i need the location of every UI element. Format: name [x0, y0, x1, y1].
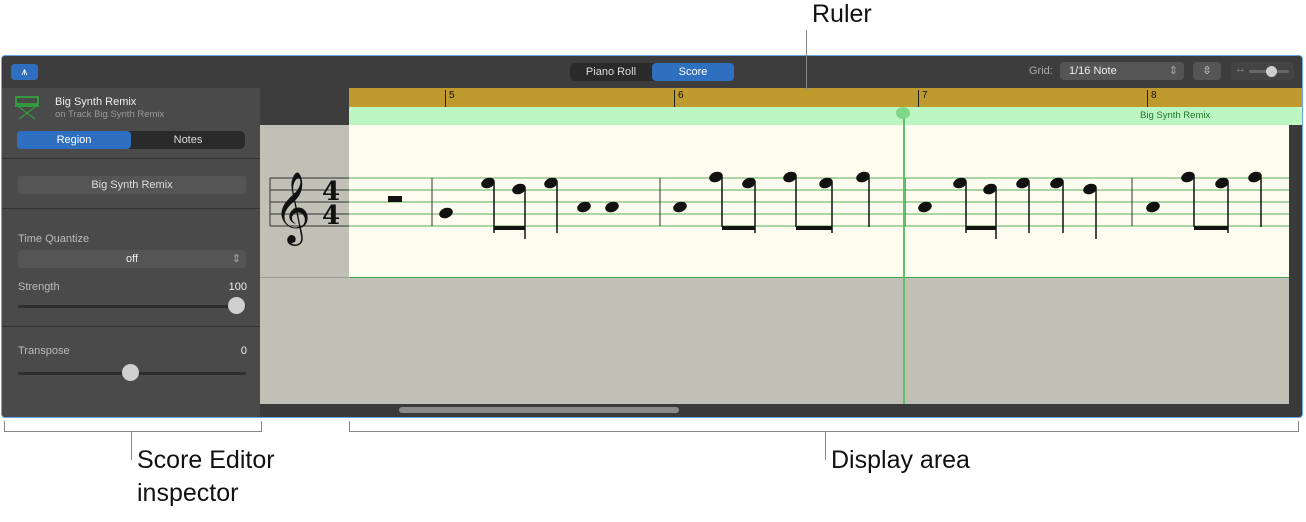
horizontal-scrollbar[interactable]: [260, 404, 1302, 417]
inspector-callout-1: Score Editor: [137, 446, 275, 474]
zoom-slider[interactable]: ↔: [1231, 62, 1294, 80]
tab-score[interactable]: Score: [652, 63, 734, 81]
note-head: [439, 207, 453, 219]
time-quantize-label: Time Quantize: [18, 233, 90, 245]
vertical-scrollbar[interactable]: [1289, 125, 1302, 404]
strength-label: Strength: [18, 281, 60, 293]
beam: [494, 226, 525, 230]
transpose-label: Transpose: [18, 345, 70, 357]
chevron-updown-icon: ⇕: [1168, 65, 1178, 77]
scrollbar-thumb[interactable]: [399, 407, 679, 413]
display-bracket: [349, 421, 1299, 432]
ruler[interactable]: 5 6 7 8: [349, 88, 1302, 108]
region-bar[interactable]: Big Synth Remix: [349, 107, 1302, 126]
vertical-fit-icon: ⇳: [1202, 65, 1212, 77]
display-area[interactable]: 5678 Big Synth Remix 𝄞 4 4: [260, 88, 1302, 417]
grid-label: Grid:: [1029, 65, 1053, 77]
beam: [722, 226, 755, 230]
transpose-value: 0: [240, 345, 247, 357]
score-editor-window: ⩚ Piano Roll Score Grid: 1/16 Note ⇕ ⇳ ↔ …: [1, 55, 1303, 418]
fit-height-button[interactable]: ⇳: [1193, 62, 1221, 80]
tab-region[interactable]: Region: [17, 131, 131, 149]
ruler-bar-5: 5: [445, 90, 455, 107]
region-name-field[interactable]: Big Synth Remix: [18, 176, 246, 194]
region-name: Big Synth Remix: [55, 96, 137, 108]
callout-line: [131, 432, 132, 460]
ruler-callout-line: [806, 30, 807, 90]
divider: [2, 208, 260, 209]
toolbar: ⩚ Piano Roll Score Grid: 1/16 Note ⇕ ⇳ ↔: [2, 56, 1302, 88]
tab-piano-roll[interactable]: Piano Roll: [570, 63, 652, 81]
region-bar-label: Big Synth Remix: [1140, 110, 1211, 121]
grid-value: 1/16 Note: [1069, 65, 1117, 77]
view-switcher: Piano Roll Score: [570, 63, 734, 81]
rest: [388, 196, 402, 202]
beam: [796, 226, 832, 230]
playhead[interactable]: [903, 110, 905, 404]
time-signature-bottom: 4: [322, 201, 340, 231]
strength-slider[interactable]: [18, 305, 246, 308]
ruler-bar-6: 6: [674, 90, 684, 107]
chevron-updown-icon: ⇕: [231, 253, 241, 265]
beam: [966, 226, 996, 230]
staff: 𝄞 44: [269, 170, 1289, 246]
time-quantize-value: off: [125, 253, 139, 265]
ruler-callout: Ruler: [812, 0, 872, 28]
strength-knob[interactable]: [228, 297, 245, 314]
zoom-knob[interactable]: [1266, 66, 1277, 77]
divider: [2, 326, 260, 327]
inspector-callout-2: inspector: [137, 479, 239, 507]
treble-clef: 𝄞: [274, 170, 311, 246]
ruler-bar-8: 8: [1147, 90, 1157, 107]
ruler-bar-7: 7: [918, 90, 928, 107]
divider: [2, 158, 260, 159]
beam: [1194, 226, 1228, 230]
catch-playhead-button[interactable]: ⩚: [11, 64, 38, 80]
inspector-tabs: Region Notes: [17, 131, 245, 149]
synth-keyboard-icon: [15, 96, 39, 120]
score-editor-inspector: Big Synth Remix on Track Big Synth Remix…: [2, 88, 260, 417]
display-callout: Display area: [831, 446, 970, 474]
header-spacer: [260, 88, 349, 125]
horizontal-zoom-icon: ↔: [1235, 63, 1246, 75]
transpose-knob[interactable]: [122, 364, 139, 381]
callout-line: [825, 432, 826, 460]
strength-value: 100: [228, 281, 247, 293]
inspector-bracket: [4, 421, 262, 432]
time-quantize-select[interactable]: off ⇕: [18, 250, 246, 268]
tab-notes[interactable]: Notes: [131, 131, 245, 149]
grid-select[interactable]: 1/16 Note ⇕: [1060, 62, 1184, 80]
track-name: on Track Big Synth Remix: [55, 109, 165, 120]
catch-icon: ⩚: [21, 66, 28, 78]
playhead-handle[interactable]: [896, 107, 910, 119]
